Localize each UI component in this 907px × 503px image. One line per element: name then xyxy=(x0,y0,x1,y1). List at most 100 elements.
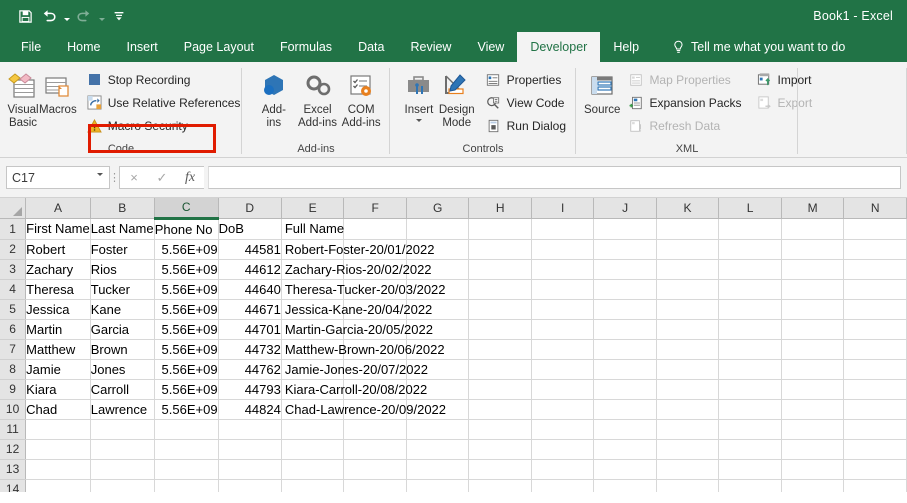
cancel-entry-icon[interactable]: × xyxy=(120,167,148,188)
column-header-h[interactable]: H xyxy=(468,198,532,219)
column-header-a[interactable]: A xyxy=(25,198,91,219)
cell-L14[interactable] xyxy=(718,479,782,492)
cell-E8[interactable]: Jamie-Jones-20/07/2022 xyxy=(281,359,428,380)
cell-H5[interactable] xyxy=(468,299,532,320)
cell-D11[interactable] xyxy=(218,419,282,440)
row-header-4[interactable]: 4 xyxy=(0,279,27,300)
cell-L12[interactable] xyxy=(718,439,782,460)
cell-L13[interactable] xyxy=(718,459,782,480)
tab-help[interactable]: Help xyxy=(600,32,652,62)
row-header-10[interactable]: 10 xyxy=(0,399,27,420)
cell-K2[interactable] xyxy=(656,239,720,260)
cell-C6[interactable]: 5.56E+09 xyxy=(154,319,219,340)
name-box-dropdown-icon[interactable] xyxy=(97,173,103,190)
cell-I9[interactable] xyxy=(531,379,595,400)
cell-A14[interactable] xyxy=(25,479,91,492)
cell-A12[interactable] xyxy=(25,439,91,460)
cell-D9[interactable]: 44793 xyxy=(218,379,282,400)
cell-K10[interactable] xyxy=(656,399,720,420)
cell-N6[interactable] xyxy=(843,319,907,340)
cell-A4[interactable]: Theresa xyxy=(25,279,91,300)
cell-E1[interactable]: Full Name xyxy=(281,218,345,240)
cell-E5[interactable]: Jessica-Kane-20/04/2022 xyxy=(281,299,432,320)
cell-B1[interactable]: Last Name xyxy=(90,218,155,240)
cell-I5[interactable] xyxy=(531,299,595,320)
cell-I7[interactable] xyxy=(531,339,595,360)
column-header-m[interactable]: M xyxy=(781,198,845,219)
com-add-ins-button[interactable]: COM Add-ins xyxy=(339,67,383,130)
column-header-f[interactable]: F xyxy=(343,198,407,219)
cell-K9[interactable] xyxy=(656,379,720,400)
source-button[interactable]: Source xyxy=(584,67,620,117)
column-header-b[interactable]: B xyxy=(90,198,155,219)
cell-K11[interactable] xyxy=(656,419,720,440)
cell-L5[interactable] xyxy=(718,299,782,320)
cell-I6[interactable] xyxy=(531,319,595,340)
cell-B5[interactable]: Kane xyxy=(90,299,155,320)
expansion-packs-button[interactable]: Expansion Packs xyxy=(624,92,744,113)
cell-N4[interactable] xyxy=(843,279,907,300)
cell-L9[interactable] xyxy=(718,379,782,400)
cell-E14[interactable] xyxy=(281,479,345,492)
cell-M8[interactable] xyxy=(781,359,845,380)
cell-D12[interactable] xyxy=(218,439,282,460)
column-header-j[interactable]: J xyxy=(593,198,657,219)
cell-M11[interactable] xyxy=(781,419,845,440)
cell-D5[interactable]: 44671 xyxy=(218,299,282,320)
cell-L8[interactable] xyxy=(718,359,782,380)
cell-M12[interactable] xyxy=(781,439,845,460)
cell-C7[interactable]: 5.56E+09 xyxy=(154,339,219,360)
cell-A5[interactable]: Jessica xyxy=(25,299,91,320)
cell-F11[interactable] xyxy=(343,419,407,440)
cell-H13[interactable] xyxy=(468,459,532,480)
cell-N2[interactable] xyxy=(843,239,907,260)
use-relative-references-button[interactable]: Use Relative References xyxy=(83,92,244,113)
cell-E13[interactable] xyxy=(281,459,345,480)
cell-J8[interactable] xyxy=(593,359,657,380)
cell-H7[interactable] xyxy=(468,339,532,360)
cell-D14[interactable] xyxy=(218,479,282,492)
cell-M3[interactable] xyxy=(781,259,845,280)
cell-B14[interactable] xyxy=(90,479,155,492)
column-header-e[interactable]: E xyxy=(281,198,345,219)
cell-I8[interactable] xyxy=(531,359,595,380)
cell-I3[interactable] xyxy=(531,259,595,280)
cell-I12[interactable] xyxy=(531,439,595,460)
customize-quick-access-toolbar-icon[interactable] xyxy=(108,5,130,27)
cell-H3[interactable] xyxy=(468,259,532,280)
cell-B6[interactable]: Garcia xyxy=(90,319,155,340)
insert-control-button[interactable]: Insert xyxy=(400,67,438,122)
cell-J9[interactable] xyxy=(593,379,657,400)
cell-J4[interactable] xyxy=(593,279,657,300)
cell-K13[interactable] xyxy=(656,459,720,480)
cell-M7[interactable] xyxy=(781,339,845,360)
cell-B9[interactable]: Carroll xyxy=(90,379,155,400)
run-dialog-button[interactable]: Run Dialog xyxy=(482,115,569,136)
cell-A10[interactable]: Chad xyxy=(25,399,91,420)
cell-N9[interactable] xyxy=(843,379,907,400)
cell-K8[interactable] xyxy=(656,359,720,380)
row-header-3[interactable]: 3 xyxy=(0,259,27,280)
macro-security-button[interactable]: Macro Security xyxy=(83,115,244,136)
cell-K12[interactable] xyxy=(656,439,720,460)
undo-dropdown-icon[interactable] xyxy=(62,5,71,27)
row-header-6[interactable]: 6 xyxy=(0,319,27,340)
cell-K5[interactable] xyxy=(656,299,720,320)
cell-H11[interactable] xyxy=(468,419,532,440)
row-header-12[interactable]: 12 xyxy=(0,439,27,460)
cell-E11[interactable] xyxy=(281,419,345,440)
row-header-2[interactable]: 2 xyxy=(0,239,27,260)
cell-G12[interactable] xyxy=(406,439,470,460)
add-ins-button[interactable]: Add- ins xyxy=(252,67,296,130)
column-header-d[interactable]: D xyxy=(218,198,282,219)
cell-H12[interactable] xyxy=(468,439,532,460)
cell-N1[interactable] xyxy=(843,218,907,240)
confirm-entry-icon[interactable]: ✓ xyxy=(148,167,176,188)
cell-D1[interactable]: DoB xyxy=(218,218,282,240)
cell-C2[interactable]: 5.56E+09 xyxy=(154,239,219,260)
column-header-i[interactable]: I xyxy=(531,198,595,219)
cell-M9[interactable] xyxy=(781,379,845,400)
cell-K6[interactable] xyxy=(656,319,720,340)
row-header-11[interactable]: 11 xyxy=(0,419,27,440)
properties-button[interactable]: Properties xyxy=(482,69,569,90)
